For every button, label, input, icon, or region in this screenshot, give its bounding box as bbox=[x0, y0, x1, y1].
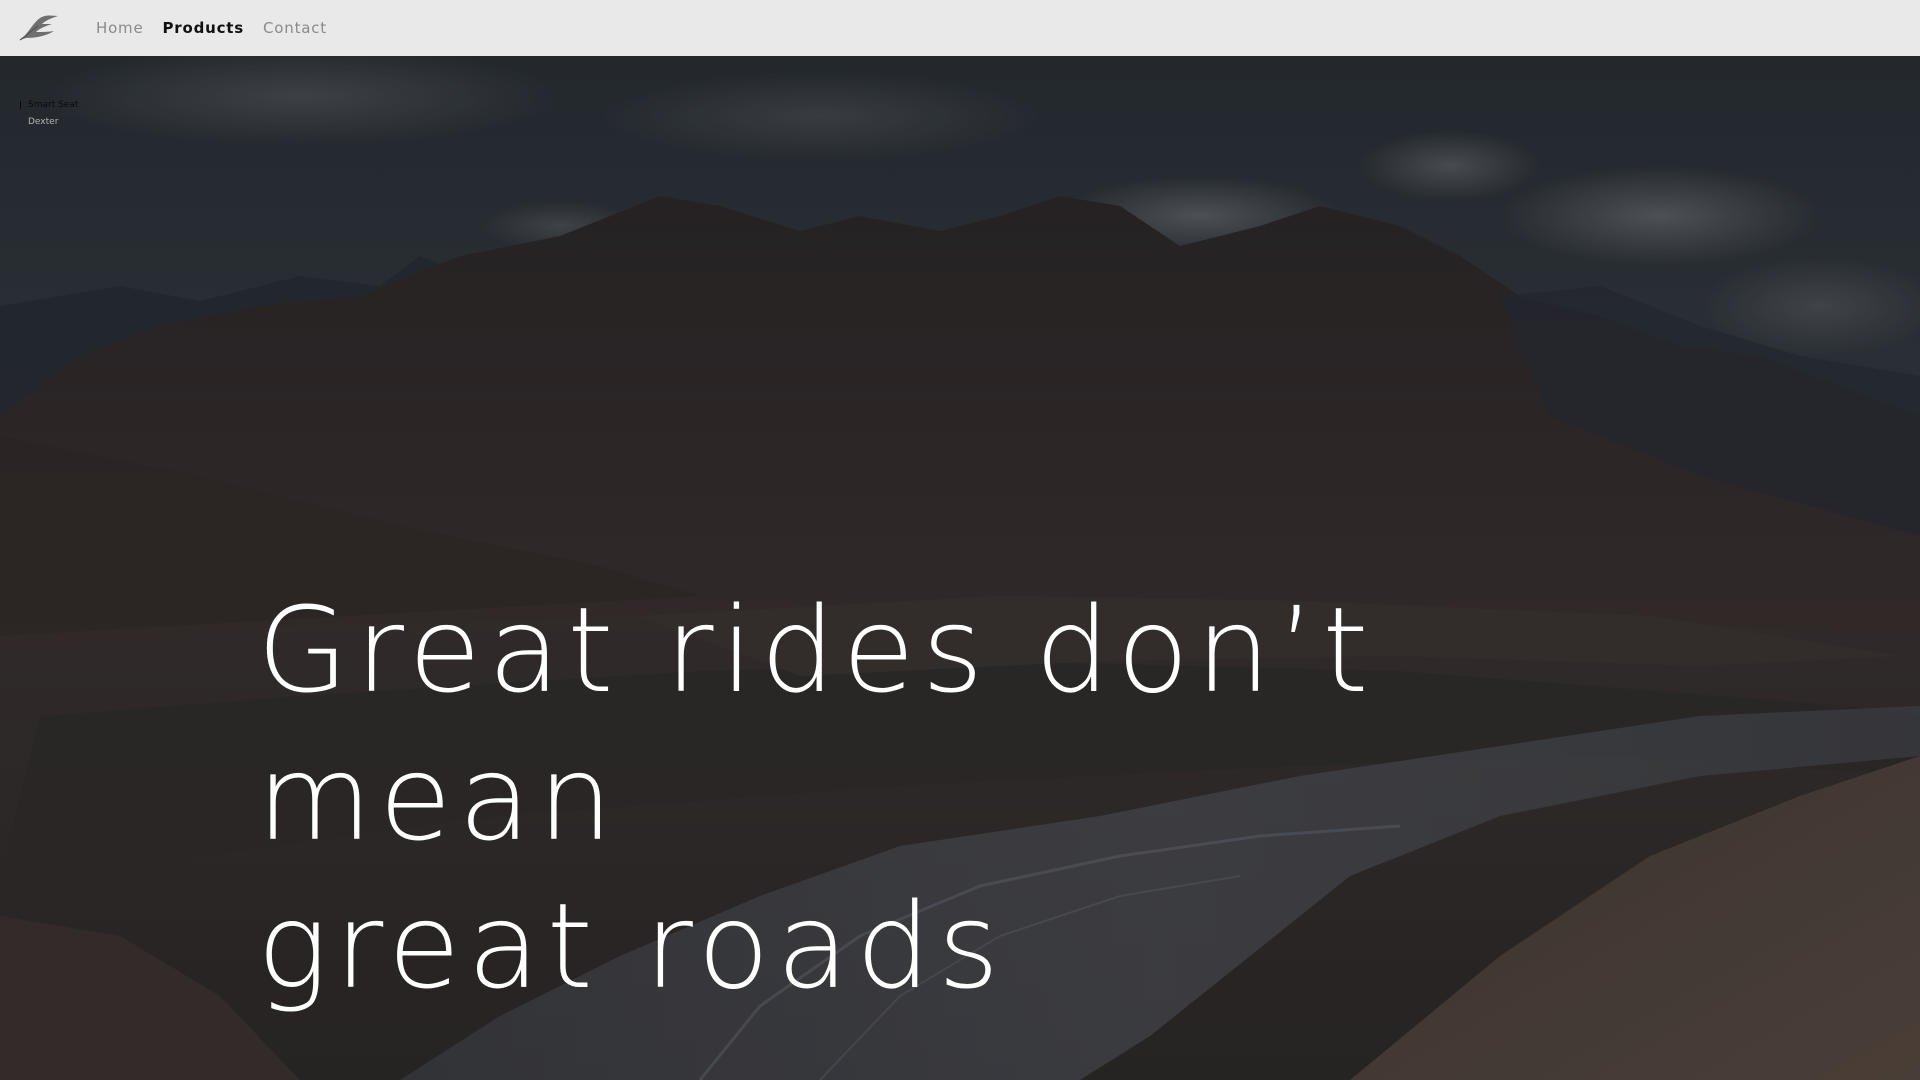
top-navigation-bar: Home Products Contact bbox=[0, 0, 1920, 56]
hero-headline: Great rides don’t mean great roads bbox=[257, 576, 1657, 1020]
subnav-item-dexter[interactable]: Dexter bbox=[20, 114, 78, 131]
nav-home-link[interactable]: Home bbox=[96, 19, 144, 37]
product-sub-navigation: Smart Seat Dexter bbox=[20, 97, 78, 131]
hero-headline-line1: Great rides don’t mean bbox=[257, 581, 1376, 867]
feather-logo-icon[interactable] bbox=[18, 14, 60, 42]
nav-contact-link[interactable]: Contact bbox=[263, 19, 327, 37]
nav-products-link[interactable]: Products bbox=[163, 19, 245, 37]
main-nav: Home Products Contact bbox=[96, 0, 327, 56]
subnav-item-smart-seat[interactable]: Smart Seat bbox=[20, 97, 78, 114]
hero-section: Smart Seat Dexter Great rides don’t mean… bbox=[0, 56, 1920, 1080]
hero-headline-line2: great roads bbox=[257, 877, 1007, 1015]
